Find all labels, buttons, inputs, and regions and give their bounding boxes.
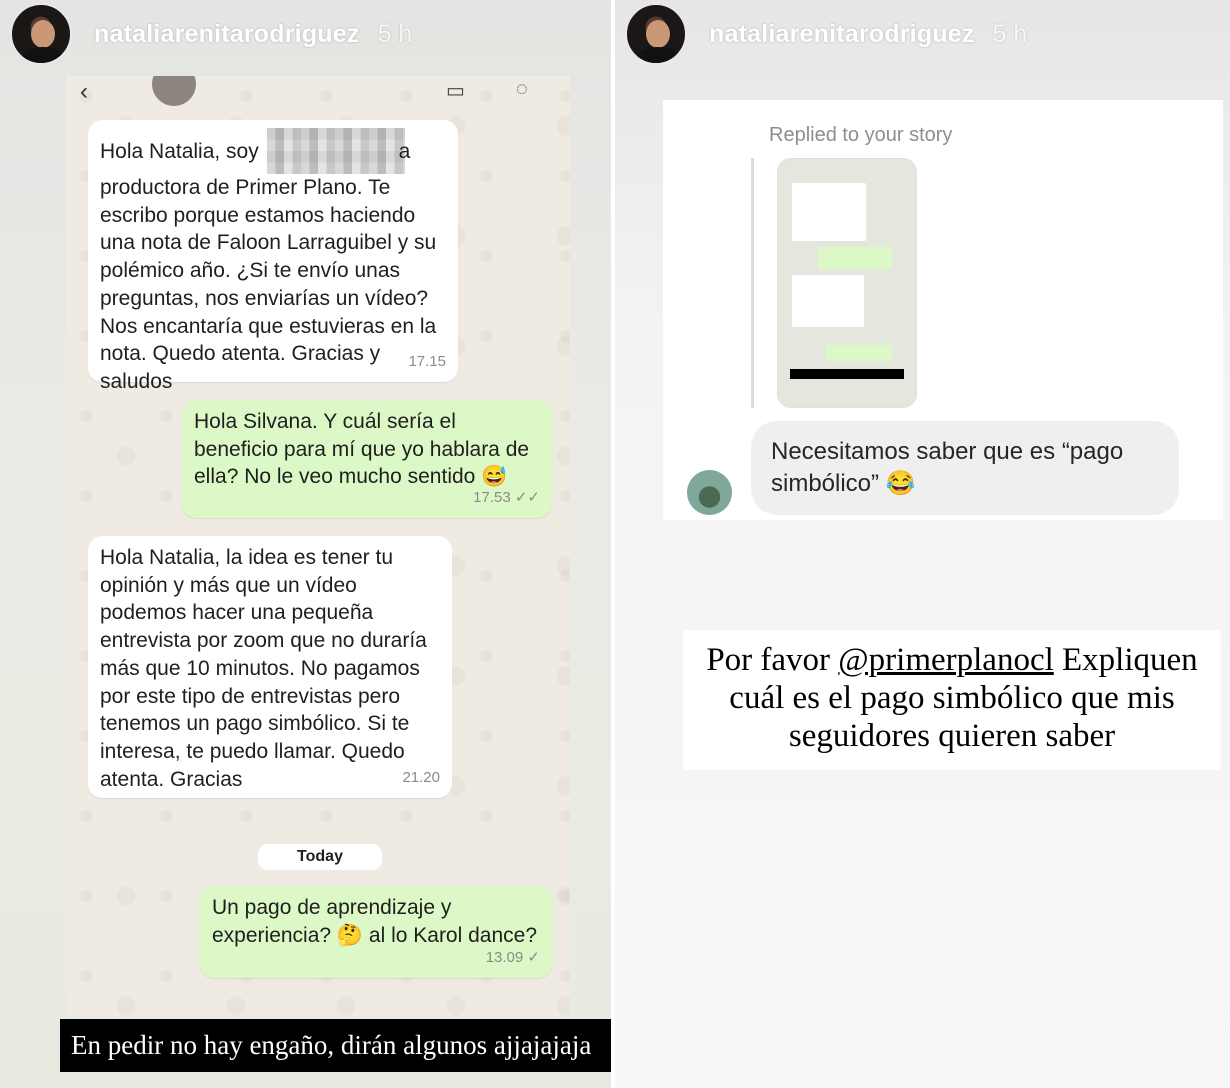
contact-avatar: [152, 76, 196, 106]
read-ticks-icon: ✓✓: [514, 489, 540, 507]
message-bubble: Un pago de aprendizaje y experiencia? 🤔 …: [200, 886, 552, 978]
redacted-name: [266, 128, 405, 174]
post-time: 5 h: [992, 19, 1028, 48]
message-bubble: Hola Natalia, la idea es tener tu opinió…: [88, 536, 452, 798]
phone-icon: ◌: [516, 78, 528, 100]
reply-message: Necesitamos saber que es “pago simbólico…: [751, 421, 1179, 515]
caption-text: Por favor: [706, 642, 839, 678]
message-time: 17.15: [408, 353, 446, 371]
chat-topbar: ‹ ▭ ◌: [66, 76, 570, 106]
sent-tick-icon: ✓: [527, 949, 540, 967]
message-bubble: Hola Natalia, soy a productora de Primer…: [88, 120, 458, 393]
right-story: nataliarenitarodriguez 5 h Replied to yo…: [615, 0, 1230, 1088]
post-time: 5 h: [377, 19, 413, 48]
left-story: nataliarenitarodriguez 5 h ‹ ▭ ◌ Hola Na…: [0, 0, 611, 1088]
message-time: 21.20: [402, 769, 440, 787]
message-meta: 17.53 ✓✓: [473, 484, 540, 512]
story-caption: En pedir no hay engaño, dirán algunos aj…: [60, 1019, 611, 1072]
story-caption: Por favor @primerplanocl Expliquen cuál …: [683, 630, 1221, 770]
message-text: Hola Silvana. Y cuál sería el beneficio …: [194, 410, 530, 489]
replied-label: Replied to your story: [769, 124, 953, 146]
message-time: 13.09: [485, 949, 524, 967]
message-meta: 13.09 ✓: [486, 944, 540, 972]
story-thumbnail[interactable]: [777, 158, 917, 408]
chat-screenshot: ‹ ▭ ◌ Hola Natalia, soy a productora de …: [66, 76, 570, 1016]
message-bubble: Hola Silvana. Y cuál sería el beneficio …: [182, 400, 552, 518]
message-text: Hola Natalia, soy: [100, 140, 265, 163]
avatar[interactable]: [625, 3, 687, 65]
reply-indicator-line: [751, 158, 754, 408]
story-header: nataliarenitarodriguez 5 h: [10, 3, 413, 65]
mention-link[interactable]: @primerplanocl: [838, 642, 1053, 678]
video-call-icon: ▭: [446, 80, 465, 102]
message-text: Un pago de aprendizaje y experiencia? 🤔 …: [212, 896, 538, 947]
message-time: 17.53: [473, 489, 511, 507]
avatar[interactable]: [10, 3, 72, 65]
story-header: nataliarenitarodriguez 5 h: [625, 3, 1028, 65]
sender-avatar[interactable]: [687, 470, 732, 515]
username[interactable]: nataliarenitarodriguez: [709, 20, 975, 49]
day-separator: Today: [258, 844, 382, 870]
username[interactable]: nataliarenitarodriguez: [94, 20, 360, 49]
message-text: Hola Natalia, la idea es tener tu opinió…: [100, 546, 427, 791]
message-text: a productora de Primer Plano. Te escribo…: [100, 140, 437, 393]
back-arrow-icon: ‹: [80, 78, 88, 105]
